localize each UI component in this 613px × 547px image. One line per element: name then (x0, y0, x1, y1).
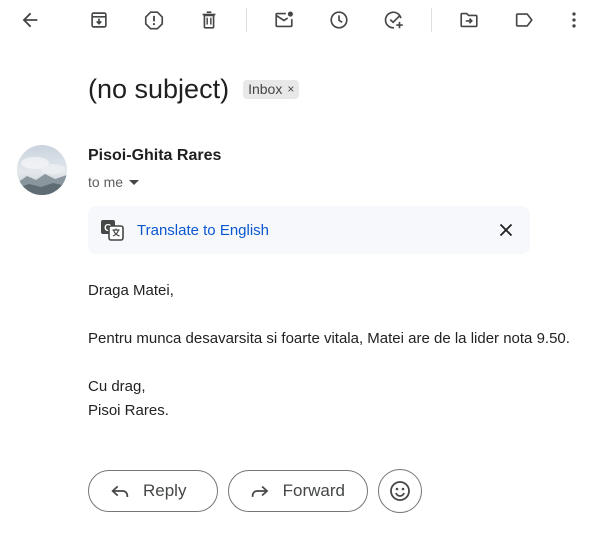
back-button[interactable] (14, 4, 46, 36)
labels-button[interactable] (508, 4, 540, 36)
recipient-details[interactable]: to me (88, 174, 140, 190)
label-icon (515, 13, 533, 27)
forward-button[interactable]: Forward (228, 470, 368, 512)
toolbar-divider (246, 8, 247, 32)
email-subject: (no subject) (88, 74, 230, 104)
more-vert-icon (572, 12, 576, 28)
translate-bar: G Translate to English (88, 206, 530, 254)
translate-link[interactable]: Translate to English (137, 222, 269, 239)
close-translate-button[interactable] (494, 218, 518, 242)
clock-icon (330, 11, 348, 29)
smiley-icon (390, 481, 410, 501)
greeting-line: Draga Matei, (88, 282, 174, 299)
archive-icon (91, 12, 107, 28)
report-spam-button[interactable] (138, 4, 170, 36)
avatar[interactable] (17, 145, 67, 195)
reply-button[interactable]: Reply (88, 470, 218, 512)
closing-line: Cu drag, (88, 378, 146, 395)
report-spam-icon (144, 11, 164, 30)
delete-button[interactable] (193, 4, 225, 36)
sender-name[interactable]: Pisoi-Ghita Rares (88, 147, 221, 165)
forward-label: Forward (282, 481, 345, 500)
snooze-button[interactable] (323, 4, 355, 36)
avatar-photo (17, 145, 67, 195)
recipient-text: to me (88, 174, 124, 190)
email-toolbar (0, 0, 613, 40)
mark-unread-icon (275, 11, 293, 28)
toolbar-divider (431, 8, 432, 32)
reply-label: Reply (143, 481, 187, 500)
label-chip-text: Inbox (248, 81, 283, 97)
subject-row: (no subject) Inbox × (88, 74, 300, 105)
body-paragraph: Pentru munca desavarsita si foarte vital… (88, 330, 570, 347)
inbox-label-chip[interactable]: Inbox × (243, 80, 300, 99)
chevron-down-icon[interactable] (129, 179, 140, 185)
forward-icon (251, 485, 269, 497)
email-body: Draga Matei, Pentru munca desavarsita si… (88, 279, 613, 423)
move-to-folder-icon (460, 12, 478, 28)
signature-line: Pisoi Rares. (88, 402, 169, 419)
add-task-icon (384, 11, 403, 29)
reply-icon (111, 485, 129, 497)
emoji-reaction-button[interactable] (378, 469, 422, 513)
close-icon (499, 223, 513, 237)
reply-actions: Reply Forward (88, 469, 422, 513)
archive-button[interactable] (83, 4, 115, 36)
mark-unread-button[interactable] (268, 4, 300, 36)
add-to-tasks-button[interactable] (378, 4, 410, 36)
translate-icon: G (101, 220, 124, 241)
remove-label-icon[interactable]: × (287, 82, 294, 96)
move-to-button[interactable] (453, 4, 485, 36)
more-options-button[interactable] (558, 4, 590, 36)
trash-icon (202, 11, 216, 29)
arrow-left-icon (22, 12, 38, 28)
